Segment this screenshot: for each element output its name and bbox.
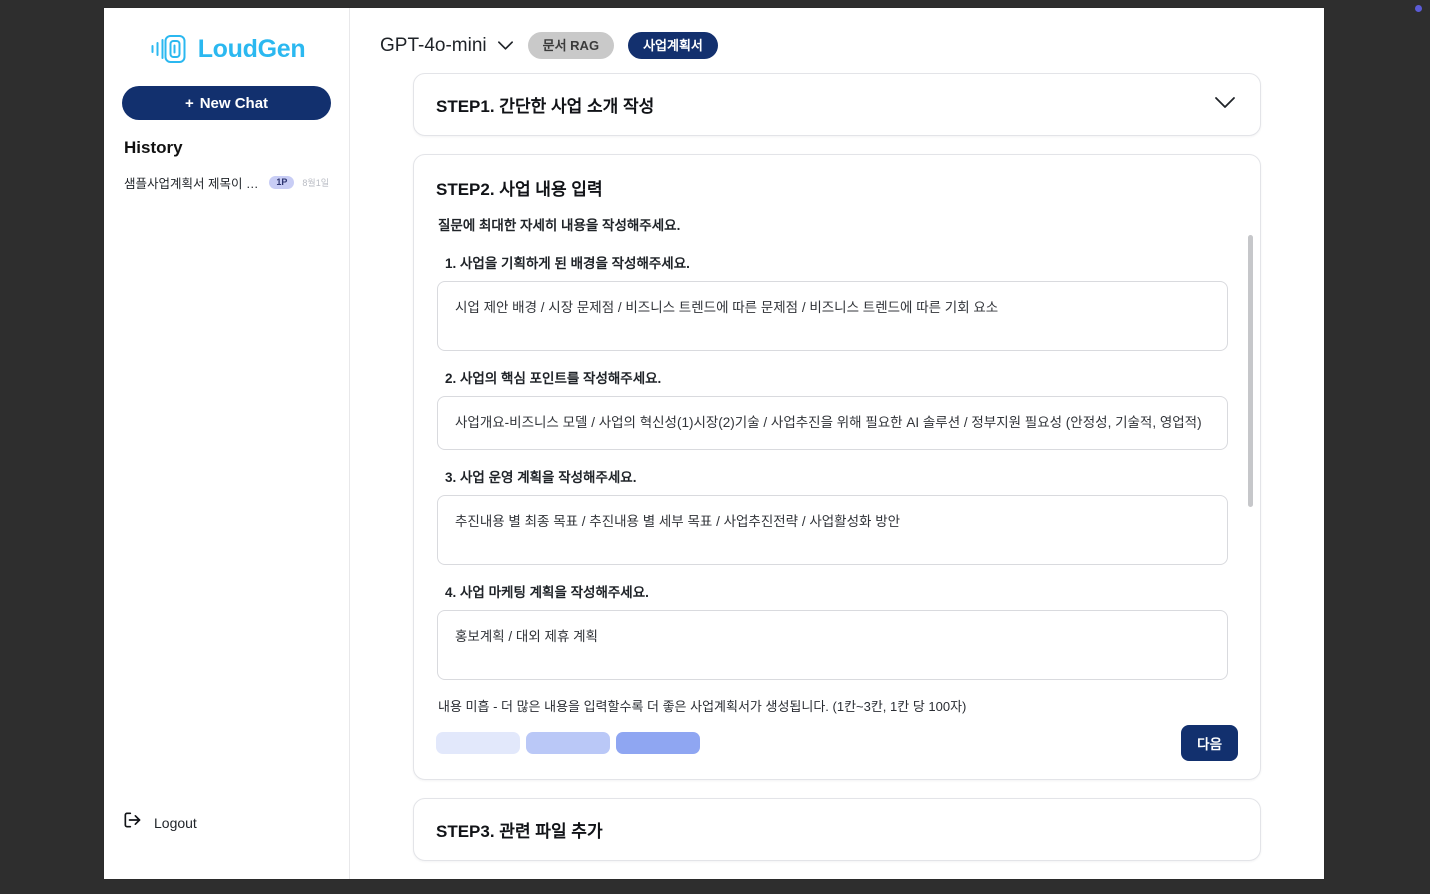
new-chat-button[interactable]: + New Chat: [122, 86, 331, 120]
top-toolbar: GPT-4o-mini 문서 RAG 사업계획서: [350, 8, 1324, 73]
question-1-input[interactable]: 시업 제안 배경 / 시장 문제점 / 비즈니스 트렌드에 따른 문제점 / 비…: [437, 281, 1228, 351]
vertical-scrollbar[interactable]: [1248, 235, 1253, 507]
history-item-date: 8월1일: [302, 178, 329, 188]
question-2-label: 2. 사업의 핵심 포인트를 작성해주세요.: [445, 371, 662, 386]
history-item-label: 샘플사업계획서 제목이 나타...: [124, 177, 261, 191]
step2-title: STEP2. 사업 내용 입력: [436, 180, 603, 199]
plus-icon: +: [184, 94, 194, 112]
sidebar: LoudGen + New Chat History 샘플사업계획서 제목이 나…: [104, 8, 350, 879]
soundwave-logo-icon: [148, 30, 188, 68]
steps-scroll-area[interactable]: STEP1. 간단한 사업 소개 작성 STEP2. 사업 내용 입력 질문에 …: [350, 73, 1324, 879]
step2-footer: 다음: [436, 724, 1238, 761]
question-2-input[interactable]: 사업개요-비즈니스 모델 / 사업의 혁신성(1)시장(2)기술 / 사업추진을…: [437, 396, 1228, 450]
next-button[interactable]: 다음: [1181, 724, 1238, 761]
progress-bars: [436, 731, 700, 754]
progress-bar-2: [526, 731, 610, 754]
question-4-input[interactable]: 홍보계획 / 대외 제휴 계획: [437, 609, 1228, 680]
input-quality-hint: 내용 미흡 - 더 많은 내용을 입력할수록 더 좋은 사업계획서가 생성됩니다…: [438, 698, 967, 714]
question-3-label: 3. 사업 운영 계획을 작성해주세요.: [445, 469, 637, 485]
notification-dot: [1415, 5, 1422, 12]
step3-card[interactable]: STEP3. 관련 파일 추가: [413, 797, 1261, 861]
step1-card[interactable]: STEP1. 간단한 사업 소개 작성: [413, 73, 1261, 136]
step2-body: STEP2. 사업 내용 입력 질문에 최대한 자세히 내용을 작성해주세요. …: [414, 155, 1260, 779]
question-1-label: 1. 사업을 기획하게 된 배경을 작성해주세요.: [445, 256, 690, 271]
step1-title: STEP1. 간단한 사업 소개 작성: [436, 97, 655, 116]
step3-title: STEP3. 관련 파일 추가: [436, 821, 603, 841]
progress-bar-3: [616, 731, 700, 754]
tab-business-plan[interactable]: 사업계획서: [628, 32, 718, 59]
main-content: GPT-4o-mini 문서 RAG 사업계획서 STEP1. 간단한 사업 소…: [350, 8, 1324, 879]
new-chat-label: New Chat: [199, 94, 269, 112]
app-window: LoudGen + New Chat History 샘플사업계획서 제목이 나…: [104, 8, 1324, 879]
history-heading: History: [124, 138, 183, 157]
model-selector[interactable]: GPT-4o-mini: [380, 35, 514, 57]
question-4-label: 4. 사업 마케팅 계획을 작성해주세요.: [445, 584, 649, 600]
question-3-input[interactable]: 추진내용 별 최종 목표 / 추진내용 별 세부 목표 / 사업추진전략 / 사…: [437, 494, 1228, 565]
chevron-down-icon: [497, 35, 514, 57]
logout-button[interactable]: Logout: [122, 810, 197, 835]
model-name-label: GPT-4o-mini: [380, 34, 487, 56]
tab-document-rag[interactable]: 문서 RAG: [527, 32, 615, 59]
step2-card: STEP2. 사업 내용 입력 질문에 최대한 자세히 내용을 작성해주세요. …: [413, 154, 1261, 780]
logout-icon: [122, 810, 142, 835]
logout-label: Logout: [154, 814, 197, 831]
page-count-badge: 1P: [269, 176, 295, 189]
brand-logo: LoudGen: [122, 30, 331, 68]
progress-bar-1: [436, 731, 520, 754]
brand-name: LoudGen: [197, 34, 306, 63]
chevron-down-icon[interactable]: [1214, 96, 1236, 114]
history-list-item[interactable]: 샘플사업계획서 제목이 나타... 1P 8월1일: [122, 170, 331, 195]
step2-subtitle: 질문에 최대한 자세히 내용을 작성해주세요.: [438, 218, 681, 233]
